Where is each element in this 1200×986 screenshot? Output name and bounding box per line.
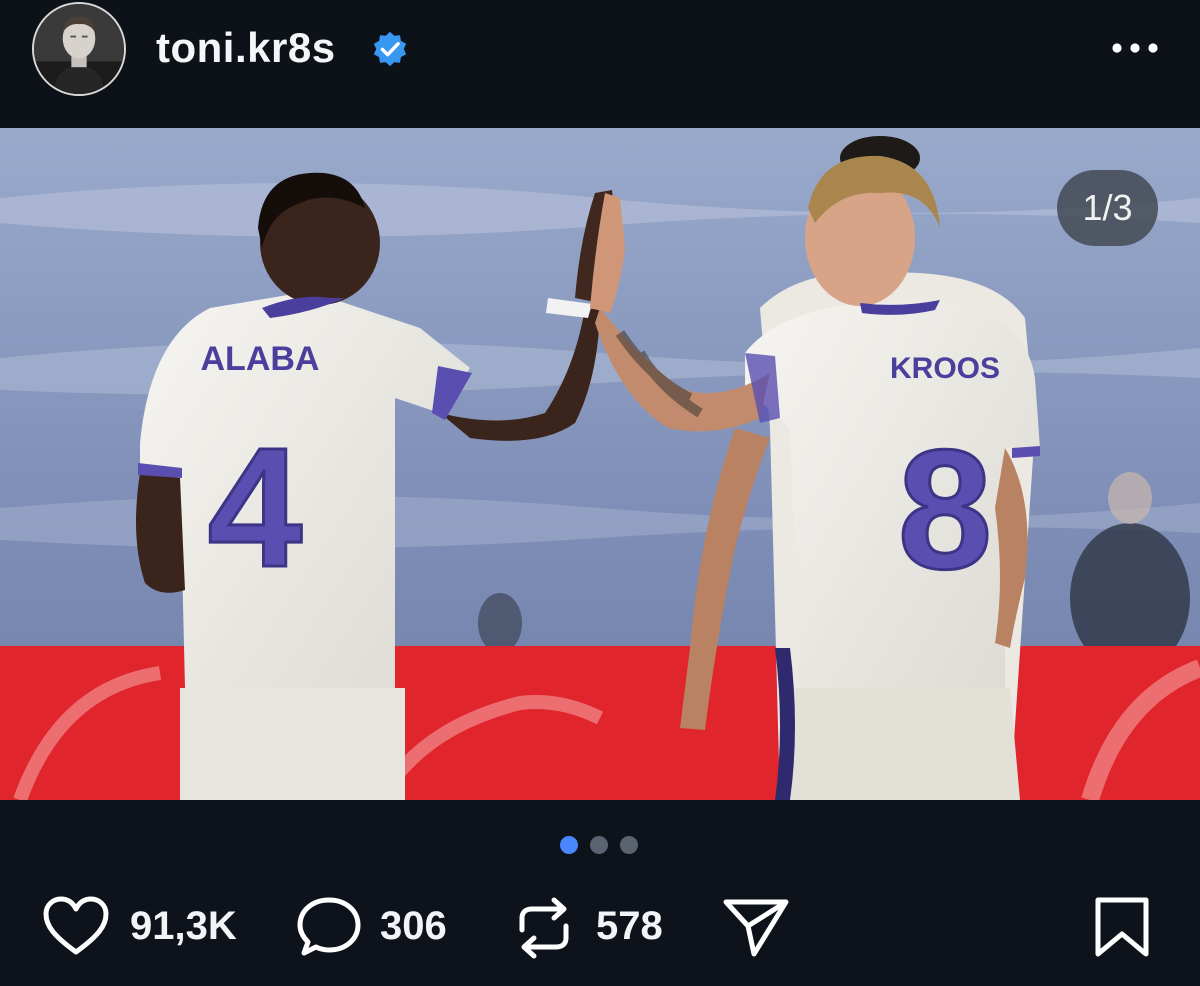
profile-avatar[interactable] [32,2,126,96]
comment-button[interactable]: 306 [296,896,476,958]
post-image[interactable]: ALABA 4 KROOS 8 [0,128,1200,800]
jersey-left-number: 4 [208,413,303,603]
bookmark-button[interactable] [1093,896,1153,958]
carousel-dot-2[interactable] [590,836,608,854]
bookmark-icon [1095,897,1149,957]
more-options-icon[interactable] [1110,40,1160,56]
carousel-dot-3[interactable] [620,836,638,854]
carousel-dot-1[interactable] [560,836,578,854]
username[interactable]: toni.kr8s [156,24,336,72]
repost-button[interactable]: 578 [514,896,684,959]
like-button[interactable]: 91,3K [42,896,262,958]
jersey-right-name: KROOS [890,352,1000,385]
post-header: toni.kr8s [0,0,1200,128]
repost-icon [519,897,569,959]
like-count: 91,3K [130,904,237,948]
heart-icon [43,896,109,955]
carousel-indicator [560,836,650,856]
avatar-photo [34,4,124,94]
share-button[interactable] [722,896,792,958]
verified-badge-icon [373,31,407,67]
comment-icon [297,897,361,956]
post-actions-bar: 91,3K 306 578 [0,880,1200,980]
jersey-right-number: 8 [898,415,993,605]
jersey-left-name: ALABA [201,340,320,378]
send-icon [723,899,789,957]
post-photo-illustration: ALABA 4 KROOS 8 [0,128,1200,800]
comment-count: 306 [380,904,447,948]
repost-count: 578 [596,904,663,948]
carousel-page-counter: 1/3 [1057,170,1158,246]
